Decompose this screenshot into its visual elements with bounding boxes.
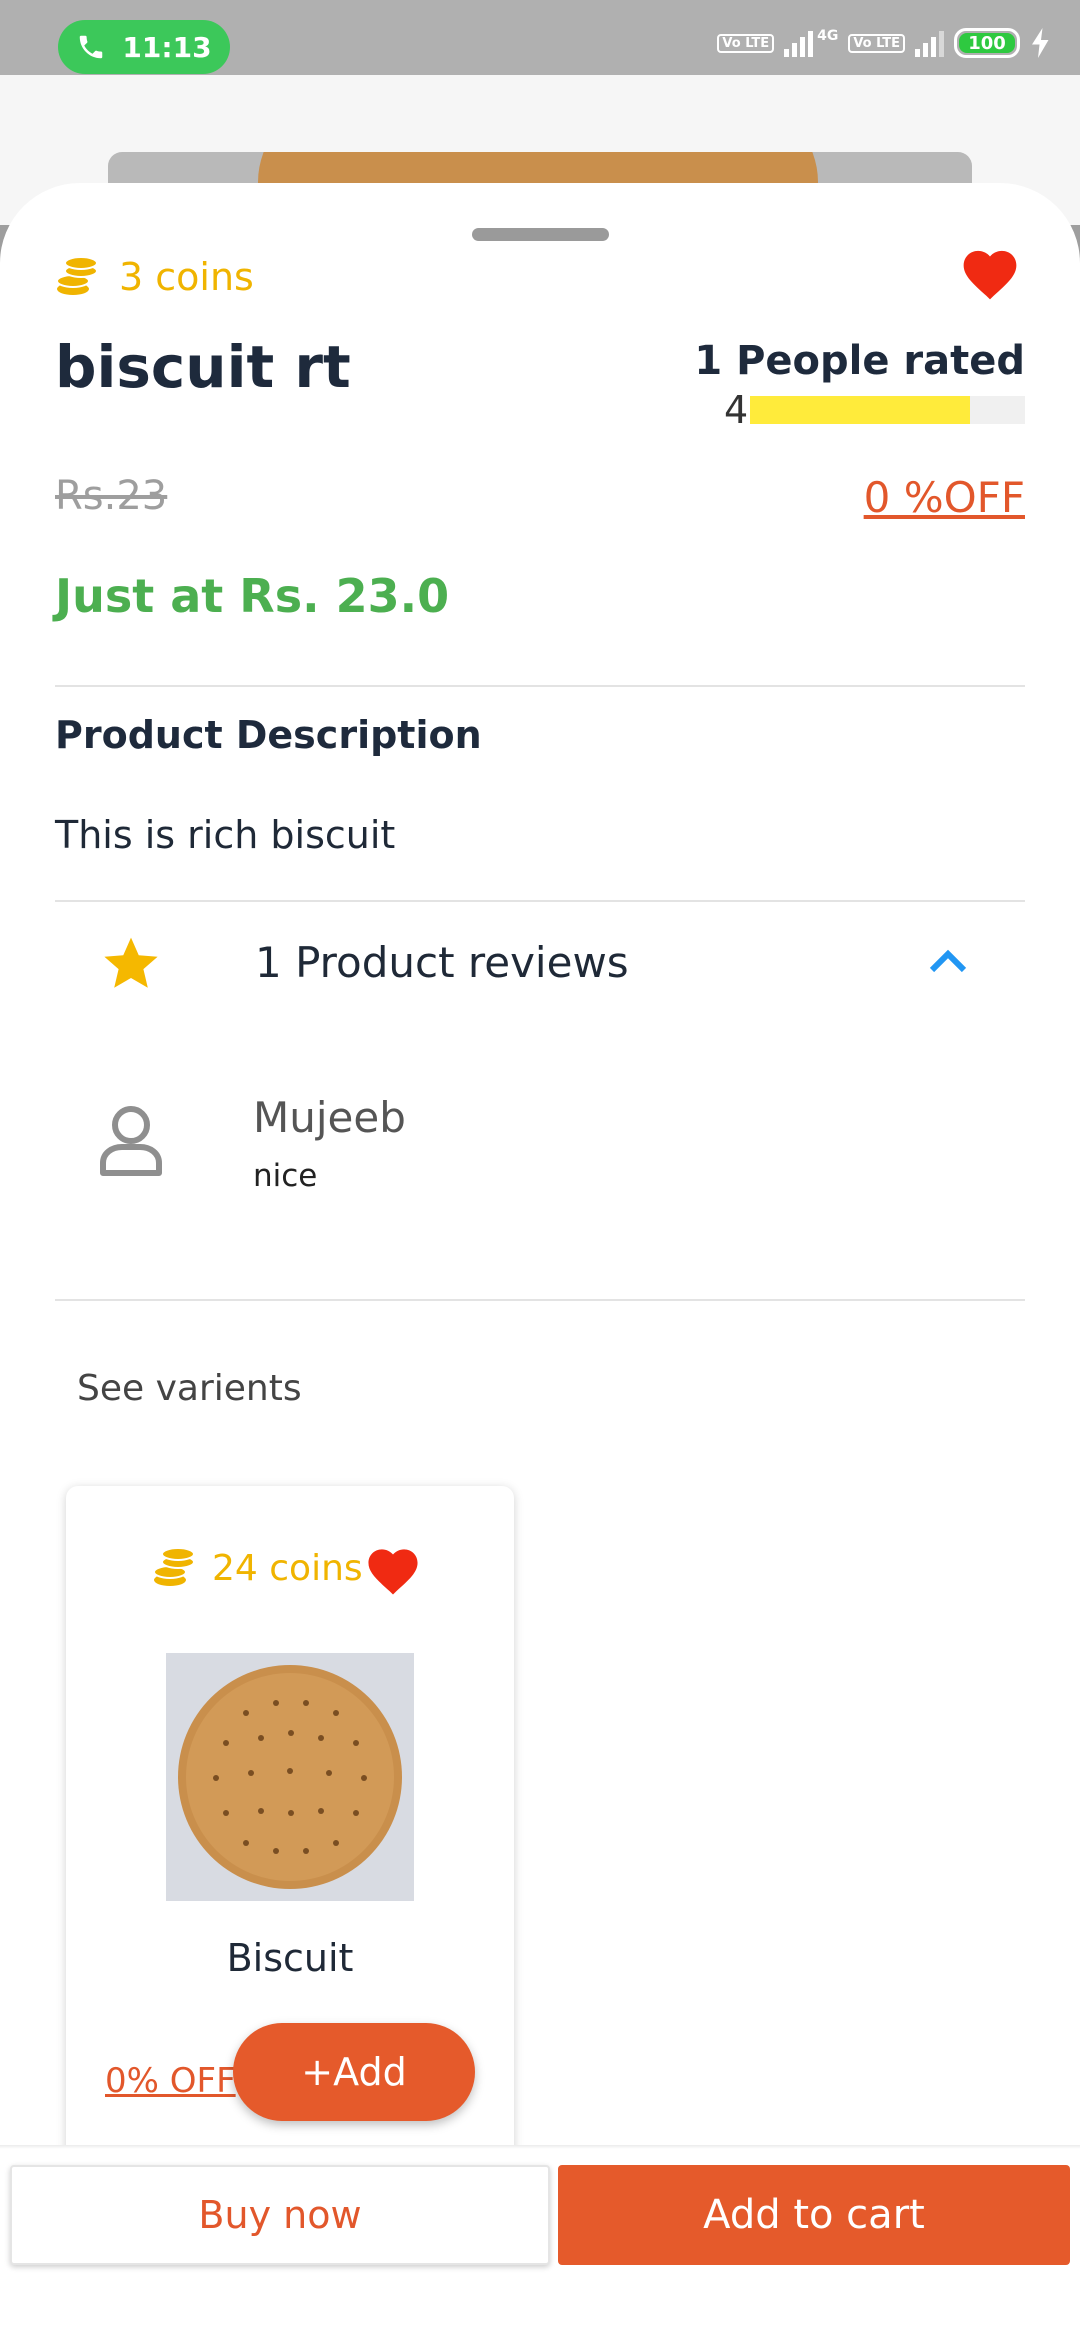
biscuit-image <box>166 1653 414 1901</box>
coins-badge: 3 coins <box>55 255 254 299</box>
review-text: nice <box>253 1158 318 1194</box>
battery-icon: 100 <box>954 28 1020 58</box>
people-rated: 1 People rated <box>694 338 1025 384</box>
variant-coins-label: 24 coins <box>212 1547 363 1589</box>
sheet-drag-handle[interactable] <box>472 228 609 241</box>
battery-level: 100 <box>959 33 1015 54</box>
coins-label: 3 coins <box>119 255 254 299</box>
rating-bar-fill <box>750 396 970 424</box>
user-avatar-icon <box>100 1106 162 1176</box>
star-icon <box>104 937 158 988</box>
buy-now-button[interactable]: Buy now <box>10 2165 550 2265</box>
reviews-expander[interactable]: 1 Product reviews <box>0 903 1080 1023</box>
coins-icon <box>153 1547 195 1586</box>
rating-bar <box>750 396 1025 424</box>
status-icons: Vo LTE 4G Vo LTE 100 <box>717 28 1052 58</box>
reviewer-name: Mujeeb <box>253 1093 406 1142</box>
divider <box>55 1299 1025 1301</box>
discount-link[interactable]: 0 %OFF <box>864 473 1025 522</box>
signal-icon-2 <box>915 29 944 57</box>
ongoing-call-pill[interactable]: 11:13 <box>58 20 230 74</box>
variant-discount-link[interactable]: 0% OFF <box>105 2061 236 2101</box>
variant-coins-badge: 24 coins <box>152 1546 363 1590</box>
volte-icon-2: Vo LTE <box>848 33 905 53</box>
description-text: This is rich biscuit <box>55 813 396 857</box>
bar-shadow <box>0 2145 1080 2149</box>
status-time: 11:13 <box>122 30 212 64</box>
divider <box>55 685 1025 687</box>
charging-icon <box>1032 28 1049 58</box>
phone-icon <box>80 35 103 59</box>
description-heading: Product Description <box>55 713 482 757</box>
product-title: biscuit rt <box>55 333 351 401</box>
variant-card[interactable]: 24 coins Biscuit 0% OFF +Add <box>66 1486 514 2186</box>
status-bar: 11:13 Vo LTE 4G Vo LTE 100 <box>0 0 1080 75</box>
original-price: Rs.23 <box>55 473 168 519</box>
add-to-cart-button[interactable]: Add to cart <box>558 2165 1070 2265</box>
coins-icon <box>56 256 98 295</box>
signal-icon <box>784 29 814 57</box>
product-detail-sheet: 3 coins biscuit rt 1 People rated 4 Rs.2… <box>0 183 1080 2340</box>
divider <box>55 900 1025 902</box>
network-type: 4G <box>817 28 839 44</box>
variant-add-button[interactable]: +Add <box>233 2023 475 2121</box>
chevron-up-icon[interactable] <box>928 945 968 975</box>
variants-heading: See varients <box>77 1368 302 1409</box>
favorite-heart-icon[interactable] <box>958 243 1022 301</box>
variant-product-image <box>166 1653 414 1901</box>
bottom-action-bar: Buy now Add to cart <box>0 2145 1080 2340</box>
reviews-summary: 1 Product reviews <box>255 938 629 987</box>
final-price: Just at Rs. 23.0 <box>55 569 450 623</box>
variant-favorite-heart-icon[interactable] <box>363 1542 423 1596</box>
volte-icon: Vo LTE <box>717 33 775 53</box>
variant-name: Biscuit <box>226 1936 354 1980</box>
rating-value: 4 <box>724 388 749 432</box>
